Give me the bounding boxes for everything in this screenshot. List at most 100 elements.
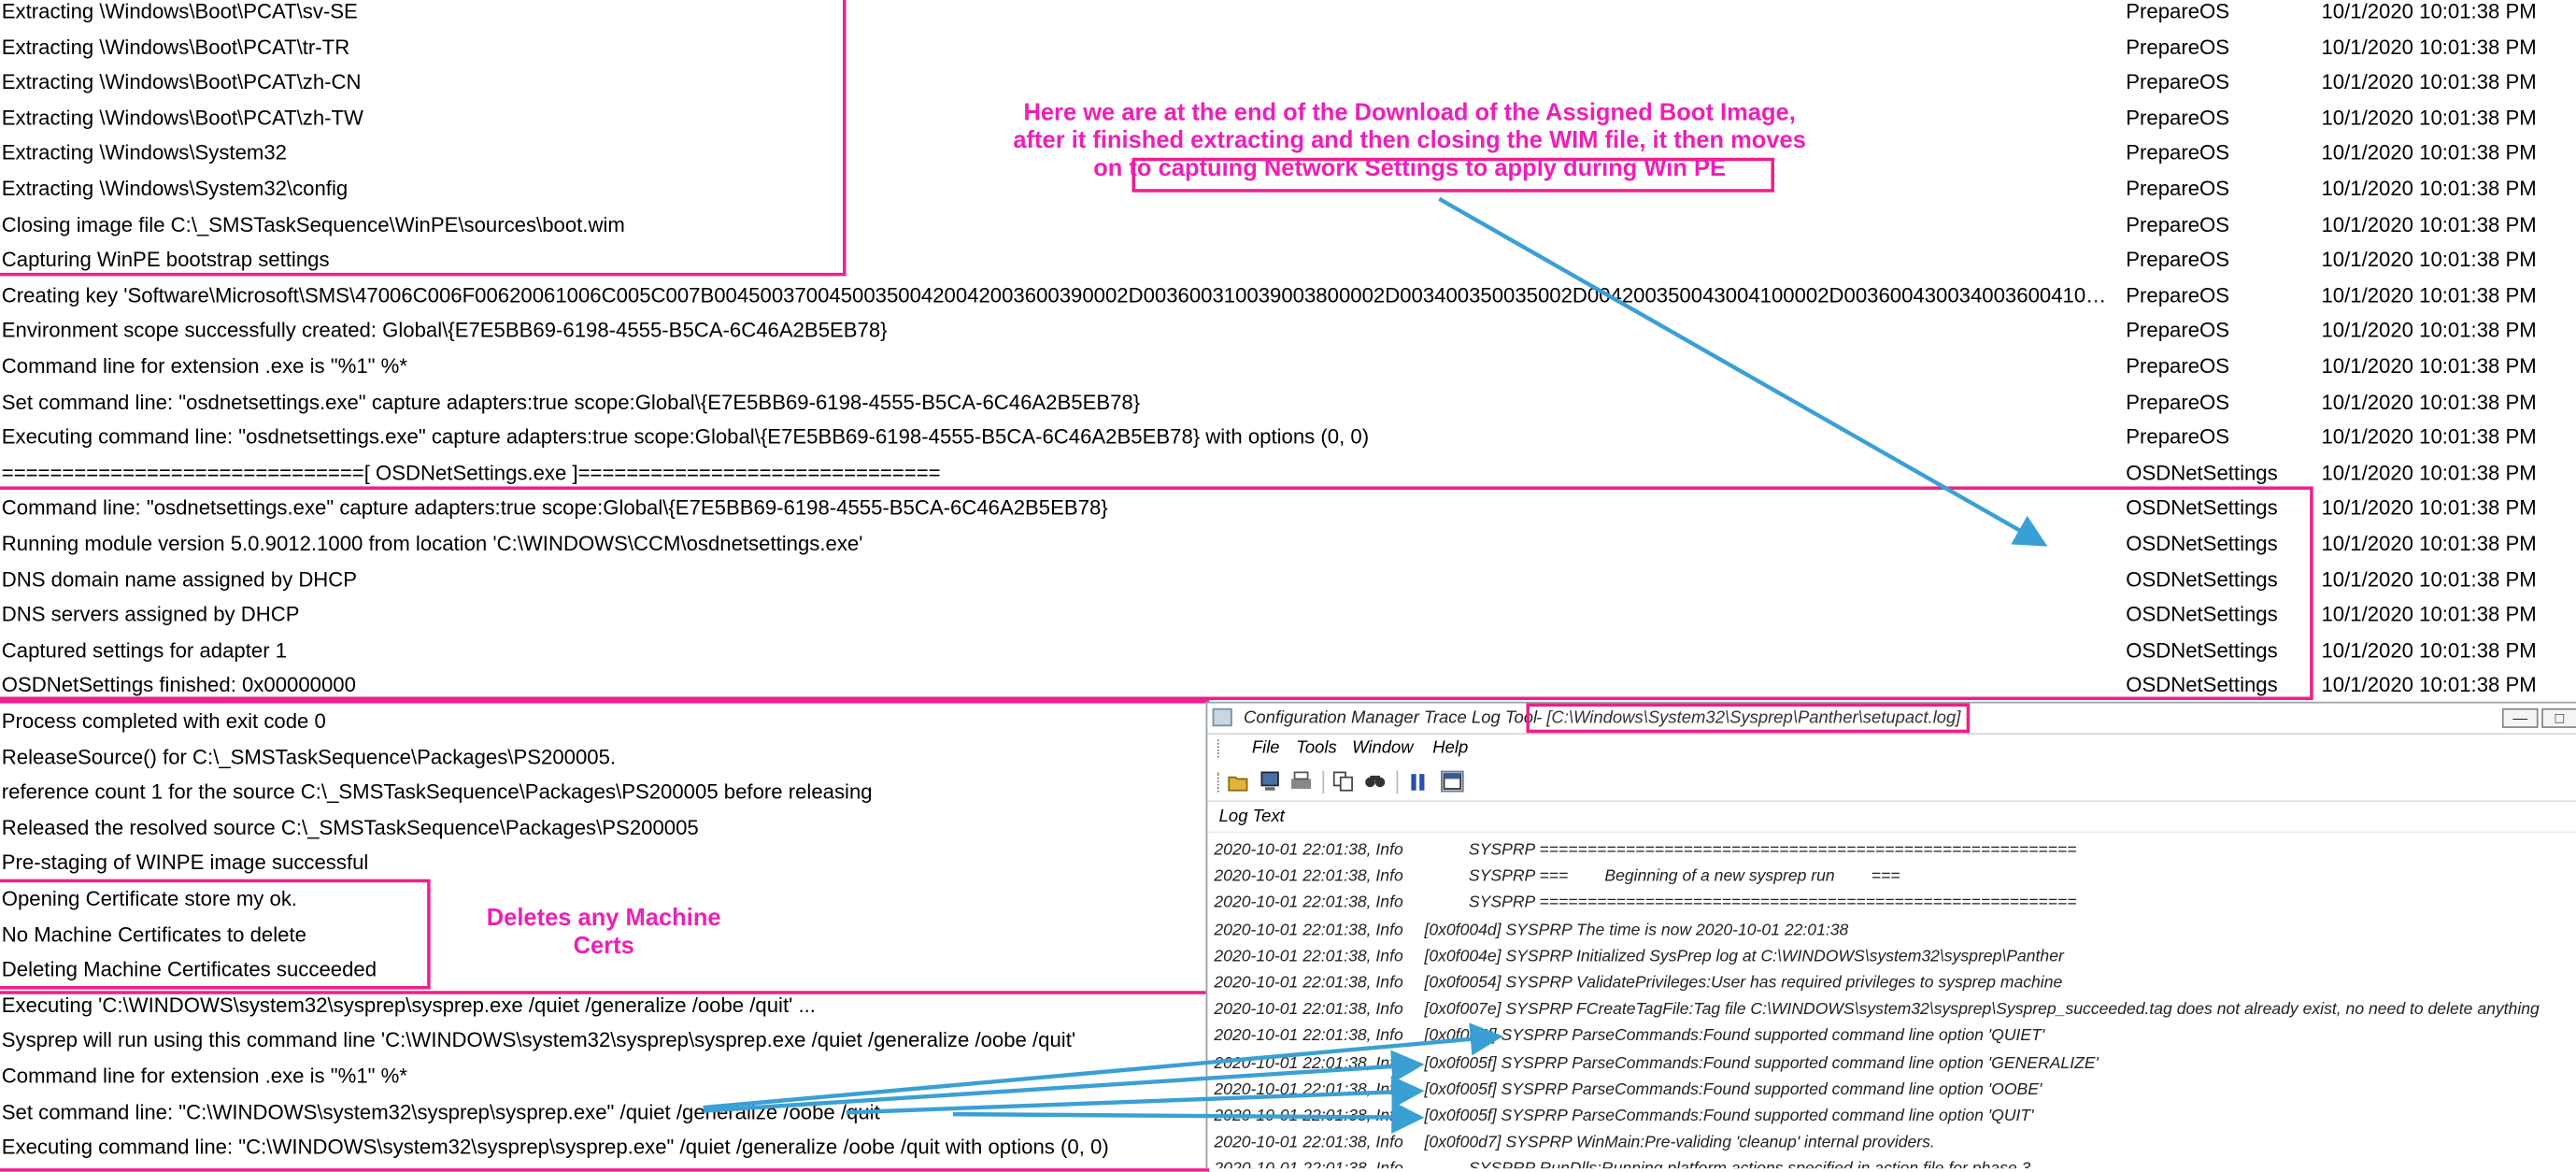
log-component: OSDNetSettings <box>2126 567 2278 592</box>
trace-log-line[interactable]: 2020-10-01 22:01:38, Info SYSPRP === Begi… <box>1207 865 2576 891</box>
menu-grip-icon <box>1217 739 1224 758</box>
trace-log-line[interactable]: 2020-10-01 22:01:38, Info [0x0f005f] SYSP… <box>1207 1078 2576 1104</box>
window-title: Configuration Manager Trace Log Tool <box>1244 707 1538 728</box>
trace-log-window[interactable]: Configuration Manager Trace Log Tool - [… <box>1205 701 2576 1169</box>
log-text: Set command line: "osdnetsettings.exe" c… <box>1 390 1141 414</box>
log-row[interactable]: Running module version 5.0.9012.1000 fro… <box>0 527 2576 563</box>
log-component: PrepareOS <box>2126 106 2230 130</box>
find-icon[interactable] <box>1363 771 1387 793</box>
log-text: Extracting \Windows\Boot\PCAT\tr-TR <box>1 35 350 59</box>
boot-image-note-line: on to captuing Network Settings to apply… <box>1093 156 1727 183</box>
log-component: PrepareOS <box>2126 177 2230 201</box>
computer-icon[interactable] <box>1259 771 1282 793</box>
log-text: Running module version 5.0.9012.1000 fro… <box>1 532 863 556</box>
copy-icon[interactable] <box>1332 771 1356 793</box>
log-time: 10/1/2020 10:01:38 PM <box>2321 354 2537 379</box>
app-icon <box>1212 707 1232 727</box>
trace-log-line[interactable]: 2020-10-01 22:01:38, Info SYSPRP RunDlls:… <box>1207 1158 2576 1168</box>
trace-message: [0x0f005f] SYSPRP ParseCommands:Found su… <box>1424 1027 2045 1046</box>
print-icon[interactable] <box>1289 771 1313 793</box>
trace-message: [0x0f005f] SYSPRP ParseCommands:Found su… <box>1424 1054 2099 1073</box>
log-time: 10/1/2020 10:01:38 PM <box>2321 0 2537 23</box>
trace-title-bar[interactable]: Configuration Manager Trace Log Tool - [… <box>1207 703 2576 735</box>
trace-log-line[interactable]: 2020-10-01 22:01:38, Info [0x0f007e] SYSP… <box>1207 998 2576 1024</box>
log-text: Extracting \Windows\Boot\PCAT\sv-SE <box>1 0 358 23</box>
menu-help[interactable]: Help <box>1432 735 1468 763</box>
trace-log-line[interactable]: 2020-10-01 22:01:38, Info [0x0f004d] SYSP… <box>1207 918 2576 944</box>
trace-message: [0x0f004d] SYSPRP The time is now 2020-1… <box>1424 921 1849 940</box>
log-row[interactable]: Extracting \Windows\Boot\PCAT\tr-TR Prepa… <box>0 31 2576 66</box>
menu-bar: File Tools Window Help <box>1207 735 2576 763</box>
log-time: 10/1/2020 10:01:38 PM <box>2321 283 2537 307</box>
log-row[interactable]: Capturing WinPE bootstrap settings Prepar… <box>0 244 2576 279</box>
log-component: PrepareOS <box>2126 283 2230 307</box>
menu-tools[interactable]: Tools <box>1296 735 1336 763</box>
log-row[interactable]: DNS servers assigned by DHCP OSDNetSettin… <box>0 598 2576 634</box>
log-component: PrepareOS <box>2126 70 2230 94</box>
log-row[interactable]: Closing image file C:\_SMSTaskSequence\W… <box>0 208 2576 244</box>
trace-log-line[interactable]: 2020-10-01 22:01:38, Info [0x0f004e] SYSP… <box>1207 945 2576 971</box>
log-row[interactable]: Command line: "osdnetsettings.exe" captu… <box>0 492 2576 527</box>
log-component: OSDNetSettings <box>2126 603 2278 627</box>
log-text: ==============================[ OSDNetSe… <box>1 461 941 485</box>
log-text: Extracting \Windows\Boot\PCAT\zh-CN <box>1 70 362 94</box>
log-row[interactable]: Set command line: "osdnetsettings.exe" c… <box>0 385 2576 421</box>
trace-stamp: 2020-10-01 22:01:38, Info <box>1214 921 1403 940</box>
log-component: OSDNetSettings <box>2126 638 2278 663</box>
log-time: 10/1/2020 10:01:38 PM <box>2321 212 2537 236</box>
log-text: OSDNetSettings finished: 0x00000000 <box>1 674 356 698</box>
menu-file[interactable]: File <box>1252 735 1280 763</box>
log-row[interactable]: Creating key 'Software\Microsoft\SMS\470… <box>0 279 2576 315</box>
trace-log-line[interactable]: 2020-10-01 22:01:38, Info [0x0f0054] SYSP… <box>1207 971 2576 997</box>
log-text: Command line for extension .exe is "%1" … <box>1 354 407 379</box>
menu-window[interactable]: Window <box>1352 735 1414 763</box>
trace-message: SYSPRP RunDlls:Running platform actions … <box>1469 1158 2030 1168</box>
log-component: PrepareOS <box>2126 425 2230 450</box>
minimize-button[interactable]: — <box>2501 707 2539 728</box>
log-time: 10/1/2020 10:01:38 PM <box>2321 638 2537 663</box>
log-text: DNS domain name assigned by DHCP <box>1 567 358 592</box>
log-time: 10/1/2020 10:01:38 PM <box>2321 106 2537 130</box>
log-time: 10/1/2020 10:01:38 PM <box>2321 248 2537 272</box>
log-row[interactable]: Executing command line: "osdnetsettings.… <box>0 421 2576 456</box>
pause-icon[interactable] <box>1406 771 1430 793</box>
log-time: 10/1/2020 10:01:38 PM <box>2321 425 2537 450</box>
log-row[interactable]: Command line for extension .exe is "%1" … <box>0 350 2576 386</box>
log-row[interactable]: DNS domain name assigned by DHCP OSDNetSe… <box>0 563 2576 598</box>
trace-stamp: 2020-10-01 22:01:38, Info <box>1214 894 1403 913</box>
log-text: Command line: "osdnetsettings.exe" captu… <box>1 496 1108 521</box>
log-time: 10/1/2020 10:01:38 PM <box>2321 35 2537 59</box>
toolbar-separator <box>1322 770 1325 794</box>
toolbar <box>1207 765 2576 803</box>
log-row[interactable]: ==============================[ OSDNetSe… <box>0 456 2576 492</box>
log-row[interactable]: OSDNetSettings finished: 0x00000000 OSDNe… <box>0 669 2576 705</box>
log-time: 10/1/2020 10:01:38 PM <box>2321 567 2537 592</box>
layout-icon[interactable] <box>1441 770 1464 793</box>
log-text-column-header[interactable]: Log Text <box>1207 802 2576 834</box>
trace-log-line[interactable]: 2020-10-01 22:01:38, Info SYSPRP ========… <box>1207 838 2576 865</box>
trace-log-line[interactable]: 2020-10-01 22:01:38, Info SYSPRP ========… <box>1207 892 2576 918</box>
log-row[interactable]: Captured settings for adapter 1 OSDNetSet… <box>0 634 2576 669</box>
log-row[interactable]: Environment scope successfully created: … <box>0 315 2576 350</box>
log-component: PrepareOS <box>2126 248 2230 272</box>
log-text: Environment scope successfully created: … <box>1 319 888 343</box>
trace-log-line[interactable]: 2020-10-01 22:01:38, Info [0x0f005f] SYSP… <box>1207 1051 2576 1078</box>
log-time: 10/1/2020 10:01:38 PM <box>2321 461 2537 485</box>
log-time: 10/1/2020 10:01:38 PM <box>2321 390 2537 414</box>
log-time: 10/1/2020 10:01:38 PM <box>2321 532 2537 556</box>
log-text: Executing command line: "osdnetsettings.… <box>1 425 1370 450</box>
trace-log-line[interactable]: 2020-10-01 22:01:38, Info [0x0f00d7] SYSP… <box>1207 1131 2576 1157</box>
certs-note-line: Certs <box>573 933 634 960</box>
restore-button[interactable]: □ <box>2541 707 2576 728</box>
trace-message: SYSPRP =================================… <box>1468 841 2077 860</box>
trace-message: [0x0f005f] SYSPRP ParseCommands:Found su… <box>1424 1080 2042 1099</box>
log-row[interactable]: Extracting \Windows\Boot\PCAT\zh-CN Prepa… <box>0 66 2576 102</box>
trace-message: [0x0f004e] SYSPRP Initialized SysPrep lo… <box>1424 948 2064 966</box>
log-component: PrepareOS <box>2126 390 2230 414</box>
boot-image-note: Here we are at the end of the Download o… <box>930 100 1889 184</box>
log-row[interactable]: Extracting \Windows\Boot\PCAT\sv-SE Prepa… <box>0 0 2576 31</box>
trace-log-line[interactable]: 2020-10-01 22:01:38, Info [0x0f005f] SYSP… <box>1207 1105 2576 1131</box>
log-time: 10/1/2020 10:01:38 PM <box>2321 177 2537 201</box>
trace-log-line[interactable]: 2020-10-01 22:01:38, Info [0x0f005f] SYSP… <box>1207 1024 2576 1051</box>
open-folder-icon[interactable] <box>1227 771 1250 793</box>
